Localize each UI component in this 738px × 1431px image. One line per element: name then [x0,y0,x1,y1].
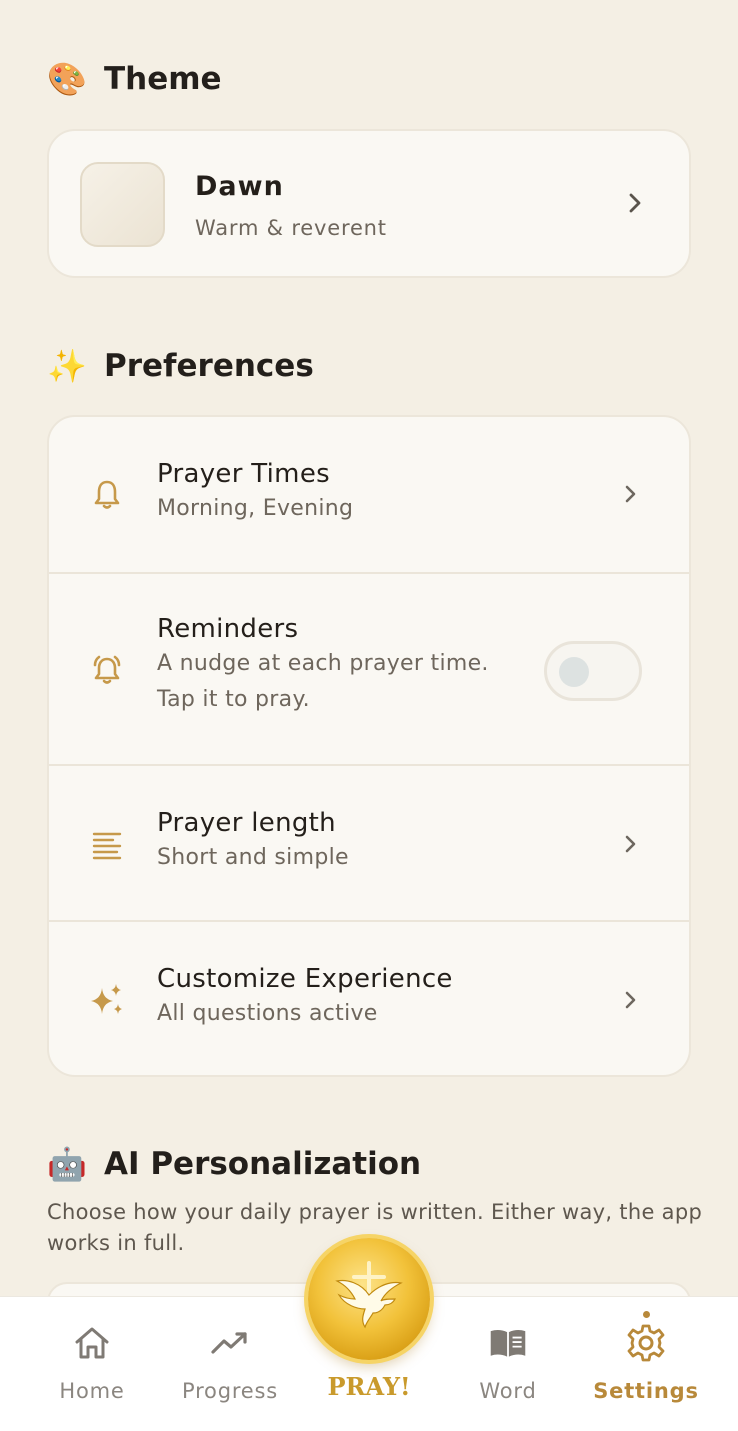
prayer-length-title: Prayer length [157,808,336,838]
toggle-knob [559,657,589,687]
customize-experience-subtitle: All questions active [157,1001,378,1026]
chevron-right-icon [621,834,641,854]
reminders-title: Reminders [157,614,299,644]
reminders-subtitle-line1: A nudge at each prayer time. [157,651,489,676]
alarm-icon [89,652,125,688]
theme-card[interactable]: Dawn Warm & reverent [47,129,691,278]
theme-heading: Theme [104,61,222,97]
reminders-toggle[interactable] [544,641,642,701]
prayer-times-row[interactable]: Prayer Times Morning, Evening [49,417,689,574]
book-icon [488,1323,528,1363]
customize-experience-row[interactable]: Customize Experience All questions activ… [49,922,689,1075]
prayer-times-title: Prayer Times [157,459,330,489]
pray-button[interactable] [308,1238,430,1360]
preferences-heading: Preferences [104,348,314,384]
nav-home[interactable]: Home [22,1297,162,1431]
palette-icon: 🎨 [47,60,87,98]
pray-label: PRAY! [327,1372,411,1401]
active-dot [642,1311,650,1318]
nav-progress-label: Progress [181,1379,279,1403]
chevron-right-icon [621,990,641,1010]
prayer-length-row[interactable]: Prayer length Short and simple [49,766,689,922]
robot-icon: 🤖 [47,1145,87,1183]
nav-home-label: Home [59,1379,125,1403]
nav-word-label: Word [479,1379,537,1403]
ai-section-title: 🤖 AI Personalization [46,1143,421,1185]
preferences-section-title: ✨ Preferences [46,345,314,387]
customize-experience-title: Customize Experience [157,964,453,994]
nav-progress[interactable]: Progress [160,1297,300,1431]
chevron-right-icon [625,193,645,213]
trend-up-icon [210,1323,250,1363]
ai-heading: AI Personalization [104,1146,422,1182]
nav-word[interactable]: Word [438,1297,578,1431]
text-lines-icon [89,826,125,862]
theme-name: Dawn [195,171,284,202]
preferences-card: Prayer Times Morning, Evening Reminders … [47,415,691,1077]
theme-subtitle: Warm & reverent [195,216,387,240]
chevron-right-icon [621,484,641,504]
nav-settings[interactable]: Settings [576,1297,716,1431]
reminders-subtitle-line2: Tap it to pray. [157,687,310,712]
home-icon [72,1323,112,1363]
prayer-times-subtitle: Morning, Evening [157,496,354,521]
theme-swatch [80,162,165,247]
dove-icon [335,1261,403,1329]
sparkles-icon [89,982,125,1018]
gear-icon [626,1323,666,1363]
nav-settings-label: Settings [593,1379,699,1403]
sparkles-emoji-icon: ✨ [47,347,87,385]
reminders-row: Reminders A nudge at each prayer time. T… [49,574,689,766]
bell-icon [89,477,125,513]
theme-section-title: 🎨 Theme [46,58,222,100]
prayer-length-subtitle: Short and simple [157,845,349,870]
